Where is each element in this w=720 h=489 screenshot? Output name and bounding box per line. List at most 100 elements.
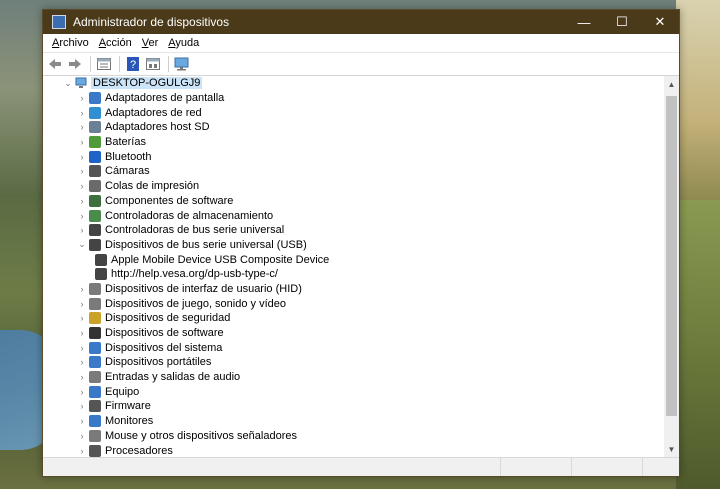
tree-item-label: Mouse y otros dispositivos señaladores [105, 429, 297, 442]
scan-hardware-icon[interactable] [173, 55, 191, 73]
chevron-right-icon[interactable]: › [75, 122, 89, 132]
status-cell [43, 458, 501, 476]
menu-accion[interactable]: Acción [94, 37, 137, 49]
storage-controller-icon [89, 209, 101, 222]
battery-icon [89, 136, 101, 149]
chevron-right-icon[interactable]: › [75, 211, 89, 221]
scrollbar-thumb[interactable] [666, 96, 677, 416]
tree-item-label: Adaptadores host SD [105, 121, 210, 134]
tree-item-row[interactable]: › Dispositivos de software [43, 326, 663, 341]
tree-item-label: Adaptadores de red [105, 106, 202, 119]
chevron-right-icon[interactable]: › [75, 357, 89, 367]
chevron-right-icon[interactable]: › [75, 196, 89, 206]
audio-io-icon [89, 371, 101, 384]
tree-item-row[interactable]: › Componentes de software [43, 194, 663, 209]
view-pane-icon[interactable] [144, 55, 162, 73]
chevron-right-icon[interactable]: › [75, 416, 89, 426]
tree-item-row[interactable]: › Dispositivos portátiles [43, 355, 663, 370]
monitor-icon [89, 415, 101, 428]
tree-item-label: Procesadores [105, 444, 173, 457]
toolbar: ? [43, 53, 679, 76]
tree-item-row[interactable]: ⌄ Dispositivos de bus serie universal (US… [43, 238, 663, 253]
tree-item-row[interactable]: › Adaptadores host SD [43, 120, 663, 135]
tree-item-row[interactable]: › Bluetooth [43, 149, 663, 164]
chevron-down-icon[interactable]: ⌄ [75, 239, 89, 250]
mouse-icon [89, 429, 101, 442]
sd-host-icon [89, 121, 101, 134]
tree-item-row[interactable]: › Controladoras de bus serie universal [43, 223, 663, 238]
properties-icon[interactable] [95, 55, 113, 73]
menu-ayuda[interactable]: Ayuda [163, 37, 204, 49]
tree-item-row[interactable]: › Colas de impresión [43, 179, 663, 194]
svg-text:?: ? [130, 59, 136, 71]
tree-item-label: Entradas y salidas de audio [105, 371, 241, 384]
help-icon[interactable]: ? [124, 55, 142, 73]
tree-item-row[interactable]: › Entradas y salidas de audio [43, 370, 663, 385]
device-manager-window: Administrador de dispositivos — ☐ ✕ Arch… [42, 9, 680, 477]
tree-item-label: Dispositivos de interfaz de usuario (HID… [105, 282, 302, 295]
tree-item-row[interactable]: › Dispositivos de seguridad [43, 311, 663, 326]
menu-ver[interactable]: Ver [137, 37, 164, 49]
software-device-icon [89, 327, 101, 340]
maximize-button[interactable]: ☐ [603, 10, 641, 34]
tree-item-label: Dispositivos de software [105, 327, 224, 340]
tree-item-row[interactable]: › Baterías [43, 135, 663, 150]
chevron-right-icon[interactable]: › [75, 93, 89, 103]
tree-item-row[interactable]: › Cámaras [43, 164, 663, 179]
menu-archivo[interactable]: Archivo [47, 37, 94, 49]
tree-item-row[interactable]: › Dispositivos del sistema [43, 340, 663, 355]
scroll-up-icon[interactable]: ▲ [664, 76, 679, 92]
chevron-right-icon[interactable]: › [75, 343, 89, 353]
chevron-right-icon[interactable]: › [75, 181, 89, 191]
title-bar: Administrador de dispositivos — ☐ ✕ [43, 10, 679, 34]
tree-item-row[interactable]: › Mouse y otros dispositivos señaladores [43, 429, 663, 444]
printer-icon [89, 180, 101, 193]
usb-plug-icon [95, 268, 107, 281]
tree-item-row[interactable]: Apple Mobile Device USB Composite Device [43, 252, 663, 267]
device-tree[interactable]: ⌄ DESKTOP-OGULGJ9 › Adaptadores de pantal… [43, 76, 663, 457]
back-icon[interactable] [46, 55, 64, 73]
chevron-right-icon[interactable]: › [75, 387, 89, 397]
tree-item-row[interactable]: › Monitores [43, 414, 663, 429]
tree-item-label: Dispositivos de bus serie universal (USB… [105, 238, 307, 251]
chevron-down-icon[interactable]: ⌄ [61, 78, 75, 89]
tree-item-label: Dispositivos del sistema [105, 341, 223, 354]
tree-item-row[interactable]: › Adaptadores de red [43, 105, 663, 120]
scroll-down-icon[interactable]: ▼ [664, 441, 679, 457]
tree-item-label: Dispositivos de seguridad [105, 312, 231, 325]
chevron-right-icon[interactable]: › [75, 299, 89, 309]
chevron-right-icon[interactable]: › [75, 372, 89, 382]
chevron-right-icon[interactable]: › [75, 401, 89, 411]
tree-item-row[interactable]: http://help.vesa.org/dp-usb-type-c/ [43, 267, 663, 282]
tree-item-row[interactable]: › Equipo [43, 384, 663, 399]
chevron-right-icon[interactable]: › [75, 284, 89, 294]
tree-item-row[interactable]: › Adaptadores de pantalla [43, 91, 663, 106]
chevron-right-icon[interactable]: › [75, 152, 89, 162]
tree-root-row[interactable]: ⌄ DESKTOP-OGULGJ9 [43, 76, 663, 91]
close-button[interactable]: ✕ [641, 10, 679, 34]
forward-icon[interactable] [66, 55, 84, 73]
tree-item-row[interactable]: › Procesadores [43, 443, 663, 457]
chevron-right-icon[interactable]: › [75, 431, 89, 441]
tree-item-label: Componentes de software [105, 194, 234, 207]
tree-item-label: Dispositivos de juego, sonido y vídeo [105, 297, 286, 310]
tree-item-row[interactable]: › Dispositivos de juego, sonido y vídeo [43, 296, 663, 311]
vertical-scrollbar[interactable]: ▲ ▼ [664, 76, 679, 457]
tree-item-label: http://help.vesa.org/dp-usb-type-c/ [111, 268, 278, 281]
tree-item-label: Dispositivos portátiles [105, 356, 212, 369]
chevron-right-icon[interactable]: › [75, 446, 89, 456]
chevron-right-icon[interactable]: › [75, 313, 89, 323]
chevron-right-icon[interactable]: › [75, 328, 89, 338]
tree-root-label: DESKTOP-OGULGJ9 [91, 77, 203, 90]
processor-icon [89, 444, 101, 457]
minimize-button[interactable]: — [565, 10, 603, 34]
chevron-right-icon[interactable]: › [75, 108, 89, 118]
tree-item-row[interactable]: › Dispositivos de interfaz de usuario (HI… [43, 282, 663, 297]
tree-item-label: Equipo [105, 385, 140, 398]
chevron-right-icon[interactable]: › [75, 225, 89, 235]
tree-item-row[interactable]: › Firmware [43, 399, 663, 414]
chevron-right-icon[interactable]: › [75, 166, 89, 176]
tree-item-row[interactable]: › Controladoras de almacenamiento [43, 208, 663, 223]
system-device-icon [89, 341, 101, 354]
chevron-right-icon[interactable]: › [75, 137, 89, 147]
